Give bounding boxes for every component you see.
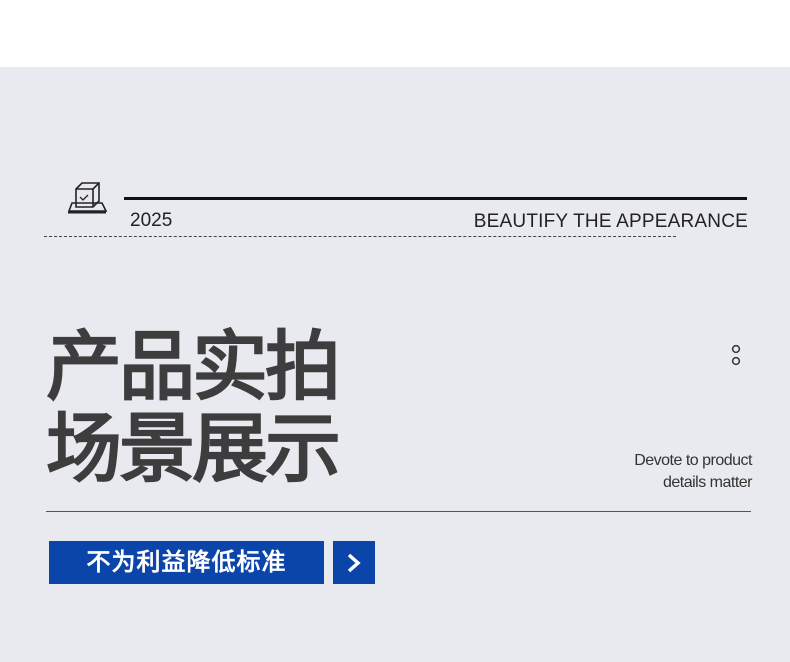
subtitle: Devote to product details matter: [634, 450, 752, 494]
slogan-banner: 不为利益降低标准: [49, 541, 324, 584]
dots-icon: [731, 344, 741, 366]
title-line-2: 场景展示: [46, 404, 341, 493]
tagline-en: BEAUTIFY THE APPEARANCE: [473, 211, 748, 232]
scale-box-icon: [67, 182, 108, 214]
top-rule: [124, 197, 747, 200]
subtitle-line-1: Devote to product: [634, 452, 752, 469]
bottom-rule: [46, 511, 751, 512]
arrow-button[interactable]: [333, 541, 375, 584]
dashed-rule: [44, 236, 676, 237]
chevron-right-icon: [347, 553, 361, 572]
page-title: 产品实拍 场景展示: [46, 322, 341, 493]
year-label: 2025: [130, 210, 173, 231]
title-line-1: 产品实拍: [46, 322, 341, 411]
subtitle-line-2: details matter: [662, 474, 753, 491]
